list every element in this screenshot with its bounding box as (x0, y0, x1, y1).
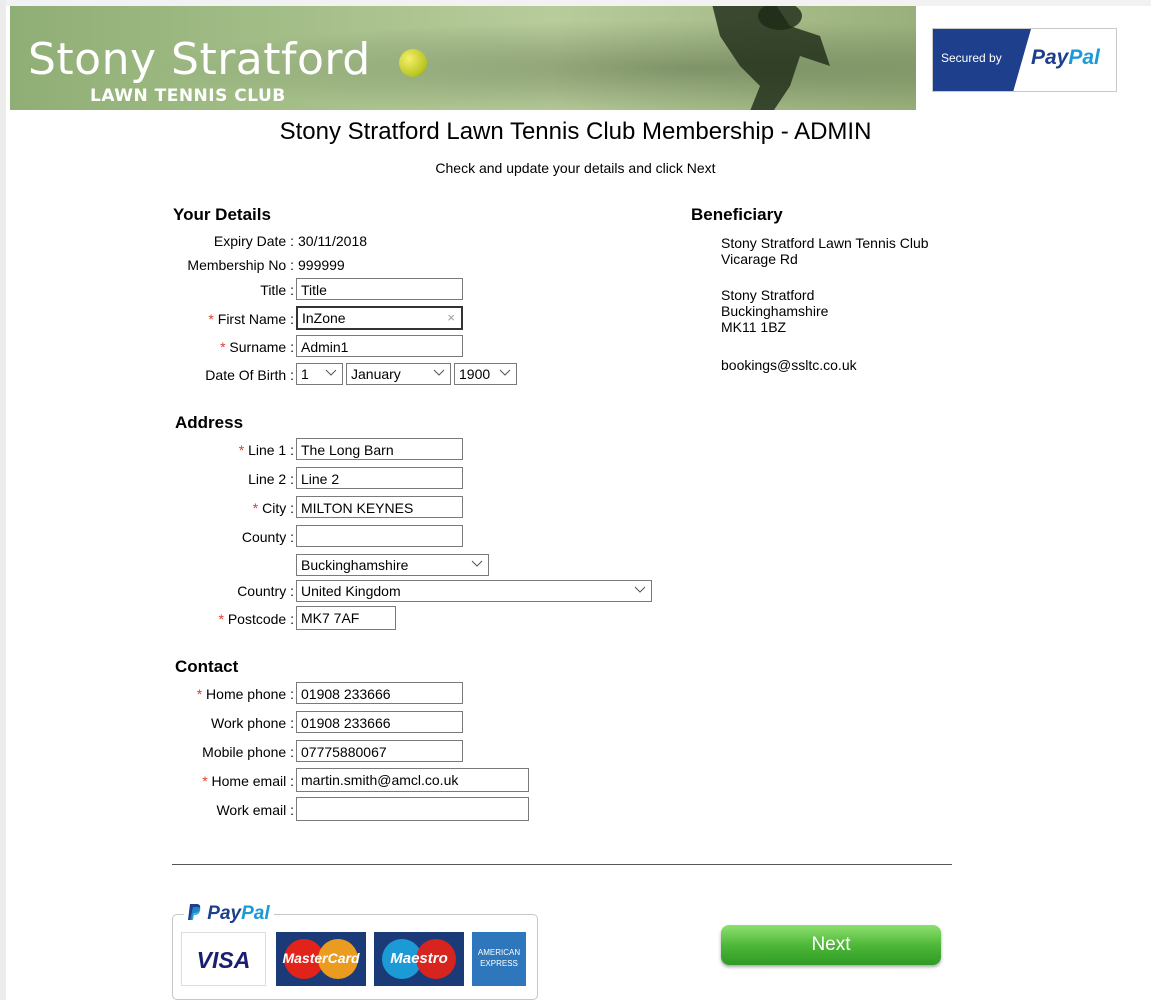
maestro-text: Maestro (390, 950, 448, 967)
membership-no-value: 999999 (298, 257, 345, 273)
visa-card-icon: VISA (181, 932, 266, 986)
mastercard-icon: MasterCard (276, 932, 366, 986)
home-email-label: * Home email : (202, 773, 294, 789)
chevron-down-icon (634, 586, 646, 593)
mobile-phone-input[interactable]: 07775880067 (296, 740, 463, 762)
required-mark: * (238, 442, 245, 458)
membership-no-label: Membership No : (187, 257, 294, 273)
amex-card-icon: AMERICAN EXPRESS (472, 932, 526, 986)
city-input[interactable]: MILTON KEYNES (296, 496, 463, 518)
brand-sub: LAWN TENNIS CLUB (90, 86, 286, 106)
required-mark: * (202, 773, 208, 789)
section-beneficiary: Beneficiary (691, 205, 783, 224)
paypal-logo: PayPal (184, 903, 274, 925)
required-mark: * (252, 500, 259, 516)
first-name-input[interactable]: InZone × (296, 306, 463, 330)
section-your-details: Your Details (173, 205, 271, 224)
required-mark: * (218, 611, 224, 627)
paypal-logo: PayPal (1031, 46, 1100, 70)
amex-line1: AMERICAN (477, 948, 521, 957)
tennis-ball-icon (399, 49, 427, 77)
home-email-input[interactable]: martin.smith@amcl.co.uk (296, 768, 529, 792)
amex-line2: EXPRESS (480, 959, 518, 968)
required-mark: * (196, 686, 203, 702)
chevron-down-icon (471, 560, 483, 567)
chevron-down-icon (499, 369, 511, 376)
secured-by-text: Secured by (941, 51, 1002, 65)
required-mark: * (208, 311, 214, 327)
club-banner: Stony Stratford LAWN TENNIS CLUB (10, 6, 916, 110)
beneficiary-street: Vicarage Rd (721, 251, 798, 267)
postcode-input[interactable]: MK7 7AF (296, 606, 396, 630)
secured-by-panel: Secured by (933, 29, 1031, 91)
title-label: Title : (260, 282, 294, 298)
expiry-date-value: 30/11/2018 (298, 233, 368, 249)
mastercard-text: MasterCard (282, 950, 360, 966)
home-phone-input[interactable]: 01908 233666 (296, 682, 463, 704)
brand-main: Stony Stratford (28, 34, 371, 85)
dob-label: Date Of Birth : (205, 367, 294, 383)
city-label: * City : (252, 500, 294, 516)
country-select[interactable]: United Kingdom (296, 580, 652, 602)
paypal-logo-pal: Pal (241, 903, 270, 924)
postcode-label: * Postcode : (218, 611, 295, 627)
left-strip (0, 0, 6, 1000)
title-input[interactable]: Title (296, 278, 463, 300)
clear-icon[interactable]: × (447, 308, 455, 328)
page-title: Stony Stratford Lawn Tennis Club Members… (279, 118, 872, 145)
beneficiary-postcode: MK11 1BZ (721, 319, 787, 335)
beneficiary-name: Stony Stratford Lawn Tennis Club (721, 235, 929, 251)
surname-label: * Surname : (220, 339, 294, 355)
county-label: County : (241, 529, 294, 545)
section-contact: Contact (175, 657, 239, 676)
mobile-phone-label: Mobile phone : (202, 744, 294, 760)
player-shadow-graphic (712, 6, 830, 110)
beneficiary-county: Buckinghamshire (721, 303, 829, 319)
county-input[interactable] (296, 525, 463, 547)
paypal-logo-pal: Pal (1068, 46, 1100, 69)
page-subtitle: Check and update your details and click … (435, 160, 716, 176)
divider (172, 864, 952, 865)
line2-input[interactable]: Line 2 (296, 467, 463, 489)
country-label: Country : (237, 583, 294, 599)
paypal-p-icon (188, 904, 201, 920)
chevron-down-icon (325, 369, 337, 376)
line1-input[interactable]: The Long Barn (296, 438, 463, 460)
required-mark: * (220, 339, 226, 355)
next-button[interactable]: Next (721, 925, 941, 965)
work-phone-input[interactable]: 01908 233666 (296, 711, 463, 733)
visa-text: VISA (196, 947, 251, 973)
county-select[interactable]: Buckinghamshire (296, 554, 489, 576)
work-phone-label: Work phone : (210, 715, 294, 731)
surname-input[interactable]: Admin1 (296, 335, 463, 357)
beneficiary-email: bookings@ssltc.co.uk (721, 357, 857, 373)
section-address: Address (175, 413, 244, 432)
first-name-label: * First Name : (208, 311, 294, 327)
paypal-logo-pay: Pay (1031, 46, 1069, 69)
work-email-label: Work email : (216, 802, 294, 818)
line2-label: Line 2 : (248, 471, 294, 487)
line1-label: * Line 1 : (238, 442, 294, 458)
secured-by-paypal-badge: Secured by PayPal (932, 28, 1117, 92)
beneficiary-town: Stony Stratford (721, 287, 815, 303)
dob-month-select[interactable]: January (346, 363, 451, 385)
chevron-down-icon (433, 369, 445, 376)
paypal-logo-pay: Pay (207, 903, 242, 924)
maestro-card-icon: Maestro (374, 932, 464, 986)
dob-day-select[interactable]: 1 (296, 363, 343, 385)
dob-year-select[interactable]: 1900 (454, 363, 517, 385)
expiry-date-label: Expiry Date : (213, 233, 294, 249)
home-phone-label: * Home phone : (196, 686, 294, 702)
work-email-input[interactable] (296, 797, 529, 821)
